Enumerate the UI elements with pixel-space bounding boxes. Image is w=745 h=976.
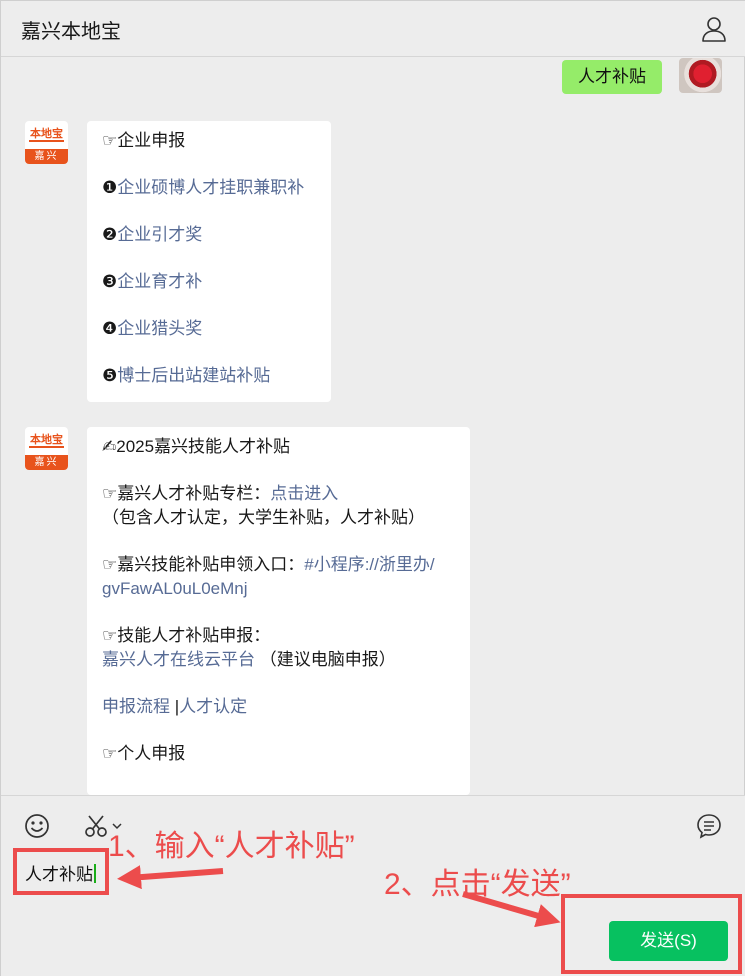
self-message-text: 人才补贴 xyxy=(578,67,646,86)
list-item[interactable]: ❷企业引才奖 xyxy=(102,223,316,247)
process-link[interactable]: 申报流程 xyxy=(102,697,170,716)
item-link[interactable]: 企业引才奖 xyxy=(117,225,202,244)
item-link[interactable]: 企业育才补 xyxy=(117,272,202,291)
message-input[interactable]: 人才补贴 xyxy=(13,848,109,895)
screenshot-button[interactable] xyxy=(83,812,122,840)
title-bar: 嘉兴本地宝 xyxy=(1,1,745,57)
bot-logo-rule xyxy=(29,140,64,142)
item-number: ❶ xyxy=(102,178,118,197)
profile-button[interactable] xyxy=(700,15,728,43)
bot-logo-text: 本地宝 xyxy=(30,128,63,140)
chat-window: 嘉兴本地宝 人才补贴 本地宝 嘉兴 ☞企业申报 ❶企业硕博人才挂职兼职补 ❷企业… xyxy=(0,0,745,976)
message-title: ✍2025嘉兴技能人才补贴 xyxy=(102,437,291,456)
bot-message-bubble: ☞企业申报 ❶企业硕博人才挂职兼职补 ❷企业引才奖 ❸企业育才补 ❹企业猎头奖 … xyxy=(87,121,331,402)
apply-label: ☞技能人才补贴申报： xyxy=(102,626,271,645)
bot-avatar[interactable]: 本地宝 嘉兴 xyxy=(25,121,68,164)
list-item[interactable]: ❺博士后出站建站补贴 xyxy=(102,364,316,388)
item-link[interactable]: 博士后出站建站补贴 xyxy=(117,366,270,385)
item-link[interactable]: 企业猎头奖 xyxy=(117,319,202,338)
message-list[interactable]: 人才补贴 本地宝 嘉兴 ☞企业申报 ❶企业硕博人才挂职兼职补 ❷企业引才奖 ❸企… xyxy=(1,58,745,795)
mini-program-link-continued[interactable]: gvFawAL0uL0eMnj xyxy=(102,579,248,598)
text-caret xyxy=(94,864,96,883)
bot-logo-city: 嘉兴 xyxy=(25,149,68,164)
list-item[interactable]: ❸企业育才补 xyxy=(102,270,316,294)
entry-line: ☞嘉兴技能补贴申领入口：#小程序://浙里办/ xyxy=(102,553,455,577)
bot-logo-rule xyxy=(29,446,64,448)
personal-heading: ☞个人申报 xyxy=(102,744,186,763)
certification-link[interactable]: 人才认定 xyxy=(179,697,247,716)
links-line: 申报流程 |人才认定 xyxy=(102,695,455,719)
bot-logo-city: 嘉兴 xyxy=(25,455,68,470)
self-message-bubble[interactable]: 人才补贴 xyxy=(562,60,662,94)
item-number: ❷ xyxy=(102,225,118,244)
item-link[interactable]: 企业硕博人才挂职兼职补 xyxy=(117,178,304,197)
smiley-icon xyxy=(25,814,49,838)
item-number: ❹ xyxy=(102,319,118,338)
item-number: ❺ xyxy=(102,366,118,385)
enterprise-heading: ☞企业申报 xyxy=(102,131,186,150)
list-item[interactable]: ❶企业硕博人才挂职兼职补 xyxy=(102,176,316,200)
bot-logo-text: 本地宝 xyxy=(30,434,63,446)
cloud-platform-link[interactable]: 嘉兴人才在线云平台 xyxy=(102,650,255,669)
apply-line: 嘉兴人才在线云平台 （建议电脑申报） xyxy=(102,648,455,672)
emoji-button[interactable] xyxy=(23,812,51,840)
chat-title: 嘉兴本地宝 xyxy=(21,21,121,43)
annotation-step2: 2、点击“发送” xyxy=(384,868,571,901)
entry-label: ☞嘉兴技能补贴申领入口： xyxy=(102,555,305,574)
input-value: 人才补贴 xyxy=(25,865,93,884)
column-line: ☞嘉兴人才补贴专栏：点击进入 xyxy=(102,482,455,506)
column-label: ☞嘉兴人才补贴专栏： xyxy=(102,484,271,503)
bot-avatar[interactable]: 本地宝 嘉兴 xyxy=(25,427,68,470)
item-number: ❸ xyxy=(102,272,118,291)
chat-history-icon xyxy=(697,814,721,839)
list-item[interactable]: ❹企业猎头奖 xyxy=(102,317,316,341)
self-avatar[interactable] xyxy=(679,58,722,93)
mini-program-link[interactable]: #小程序://浙里办/ xyxy=(304,555,434,574)
column-note: （包含人才认定，大学生补贴，人才补贴） xyxy=(102,508,425,527)
bot-message-bubble: ✍2025嘉兴技能人才补贴 ☞嘉兴人才补贴专栏：点击进入 （包含人才认定，大学生… xyxy=(87,427,470,795)
send-button[interactable]: 发送(S) xyxy=(609,921,728,961)
column-link[interactable]: 点击进入 xyxy=(270,484,338,503)
apply-note: （建议电脑申报） xyxy=(259,650,396,669)
message-input-text: 人才补贴 xyxy=(25,860,96,885)
person-icon xyxy=(702,17,726,42)
chat-history-button[interactable] xyxy=(695,812,723,840)
annotation-step1: 1、输入“人才补贴” xyxy=(108,830,355,863)
